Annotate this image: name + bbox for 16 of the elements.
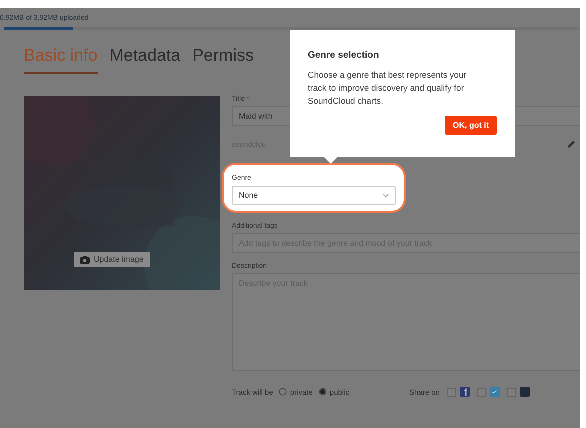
- square-logo-icon[interactable]: [520, 387, 530, 397]
- chevron-icon: [383, 194, 389, 198]
- pencil-icon[interactable]: [567, 140, 576, 148]
- tab[interactable]: Metadata: [110, 46, 181, 74]
- checkbox[interactable]: [476, 388, 486, 396]
- bird-icon[interactable]: [490, 387, 500, 397]
- tab[interactable]: Permiss: [192, 46, 254, 74]
- camera-icon: [80, 256, 90, 264]
- tooltip-text: Choose a genre that best represents your track to improve discovery and qualify for SoundCloud charts.: [308, 69, 468, 108]
- letter-f-icon[interactable]: [460, 387, 470, 397]
- genre-dropdown[interactable]: None: [232, 186, 396, 205]
- update-image-button[interactable]: Update image: [74, 252, 150, 267]
- checkbox[interactable]: [506, 388, 516, 396]
- ok-button[interactable]: OK, got it: [445, 116, 497, 135]
- checkbox[interactable]: [446, 388, 456, 396]
- tooltip-title: Genre selection: [308, 50, 380, 61]
